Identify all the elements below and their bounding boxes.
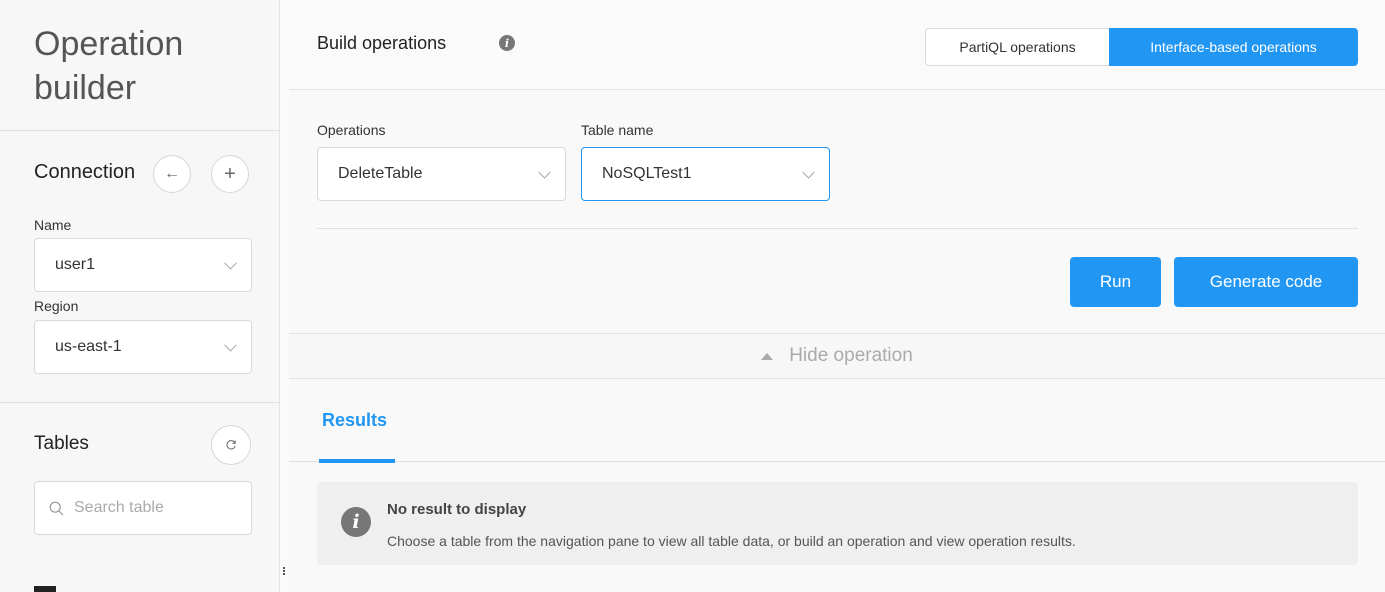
refresh-tables-button[interactable] bbox=[211, 425, 251, 465]
divider bbox=[0, 402, 280, 403]
divider bbox=[0, 130, 280, 131]
info-icon[interactable]: i bbox=[499, 35, 515, 51]
region-value: us-east-1 bbox=[55, 338, 122, 355]
page-title: Build operations bbox=[317, 33, 447, 53]
arrow-left-icon: ← bbox=[164, 165, 180, 182]
plus-icon: + bbox=[224, 162, 236, 185]
name-label: Name bbox=[34, 217, 72, 233]
chevron-down-icon bbox=[224, 256, 237, 270]
table-name-value: NoSQLTest1 bbox=[602, 165, 692, 182]
back-button[interactable]: ← bbox=[153, 155, 191, 193]
sidebar: Operation builder Connection ← + Name us… bbox=[0, 0, 280, 592]
region-select[interactable]: us-east-1 bbox=[34, 320, 252, 374]
caret-up-icon bbox=[761, 352, 774, 360]
add-connection-button[interactable]: + bbox=[211, 155, 249, 193]
run-button[interactable]: Run bbox=[1070, 257, 1161, 307]
tab-results[interactable]: Results bbox=[322, 410, 387, 431]
truncated-icon bbox=[34, 586, 56, 592]
tab-bar-line bbox=[289, 461, 1385, 462]
header: Build operations i PartiQL operations In… bbox=[289, 0, 1385, 90]
chevron-down-icon bbox=[224, 338, 237, 352]
alert-text: Choose a table from the navigation pane … bbox=[387, 533, 1076, 549]
chevron-down-icon bbox=[802, 165, 815, 179]
active-tab-indicator bbox=[319, 459, 395, 463]
refresh-icon bbox=[226, 440, 236, 450]
alert-title: No result to display bbox=[387, 501, 527, 518]
hide-operation-toggle[interactable]: Hide operation bbox=[289, 333, 1385, 379]
sidebar-title: Operation builder bbox=[34, 25, 184, 107]
generate-code-button[interactable]: Generate code bbox=[1174, 257, 1358, 307]
divider bbox=[317, 228, 1358, 229]
operations-label: Operations bbox=[317, 122, 386, 138]
chevron-down-icon bbox=[538, 165, 551, 179]
connection-name-select[interactable]: user1 bbox=[34, 238, 252, 292]
search-icon bbox=[49, 501, 64, 515]
tab-partiql-operations[interactable]: PartiQL operations bbox=[925, 28, 1109, 66]
hide-operation-label: Hide operation bbox=[789, 345, 913, 366]
main-panel: Build operations i PartiQL operations In… bbox=[289, 0, 1385, 592]
search-table-field[interactable] bbox=[34, 481, 252, 535]
table-name-select[interactable]: NoSQLTest1 bbox=[581, 147, 830, 201]
tab-interface-based-operations[interactable]: Interface-based operations bbox=[1109, 28, 1358, 66]
connection-name-value: user1 bbox=[55, 256, 96, 273]
connection-label: Connection bbox=[34, 161, 136, 183]
tables-label: Tables bbox=[34, 433, 89, 454]
operations-select[interactable]: DeleteTable bbox=[317, 147, 566, 201]
operations-value: DeleteTable bbox=[338, 165, 423, 182]
region-label: Region bbox=[34, 298, 79, 314]
info-icon: i bbox=[341, 507, 371, 537]
search-table-input[interactable] bbox=[74, 499, 224, 517]
table-name-label: Table name bbox=[581, 122, 654, 138]
no-result-alert: i No result to display Choose a table fr… bbox=[317, 482, 1358, 565]
